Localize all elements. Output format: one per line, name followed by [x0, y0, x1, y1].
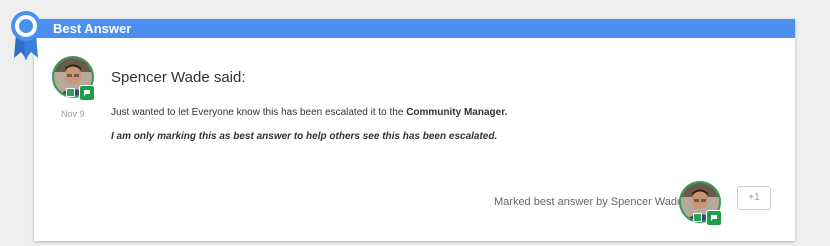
- member-badge-icon: [693, 213, 702, 222]
- best-answer-card: Best Answer Spencer Wade said: Nov 9 Jus…: [34, 19, 795, 241]
- post-body-line2: I am only marking this as best answer to…: [111, 131, 498, 142]
- post-body-line1: Just wanted to let Everyone know this ha…: [111, 107, 507, 118]
- page: Best Answer Spencer Wade said: Nov 9 Jus…: [0, 0, 830, 246]
- card-header: Best Answer: [34, 19, 795, 38]
- plus-one-button[interactable]: +1: [737, 186, 771, 210]
- marker-avatar[interactable]: [679, 181, 722, 226]
- card-header-title: Best Answer: [53, 21, 132, 36]
- community-badge-icon: [79, 85, 95, 101]
- post-body-text: Just wanted to let Everyone know this ha…: [111, 107, 407, 118]
- best-answer-ribbon-icon: [7, 8, 45, 62]
- author-said: Spencer Wade said:: [111, 69, 246, 86]
- author-avatar[interactable]: [52, 56, 95, 101]
- community-badge-icon: [706, 210, 722, 226]
- marked-best-answer-text: Marked best answer by Spencer Wade: [494, 196, 684, 208]
- post-body-bold: Community Manager.: [406, 107, 508, 118]
- post-date: Nov 9: [61, 109, 85, 119]
- member-badge-icon: [66, 88, 75, 97]
